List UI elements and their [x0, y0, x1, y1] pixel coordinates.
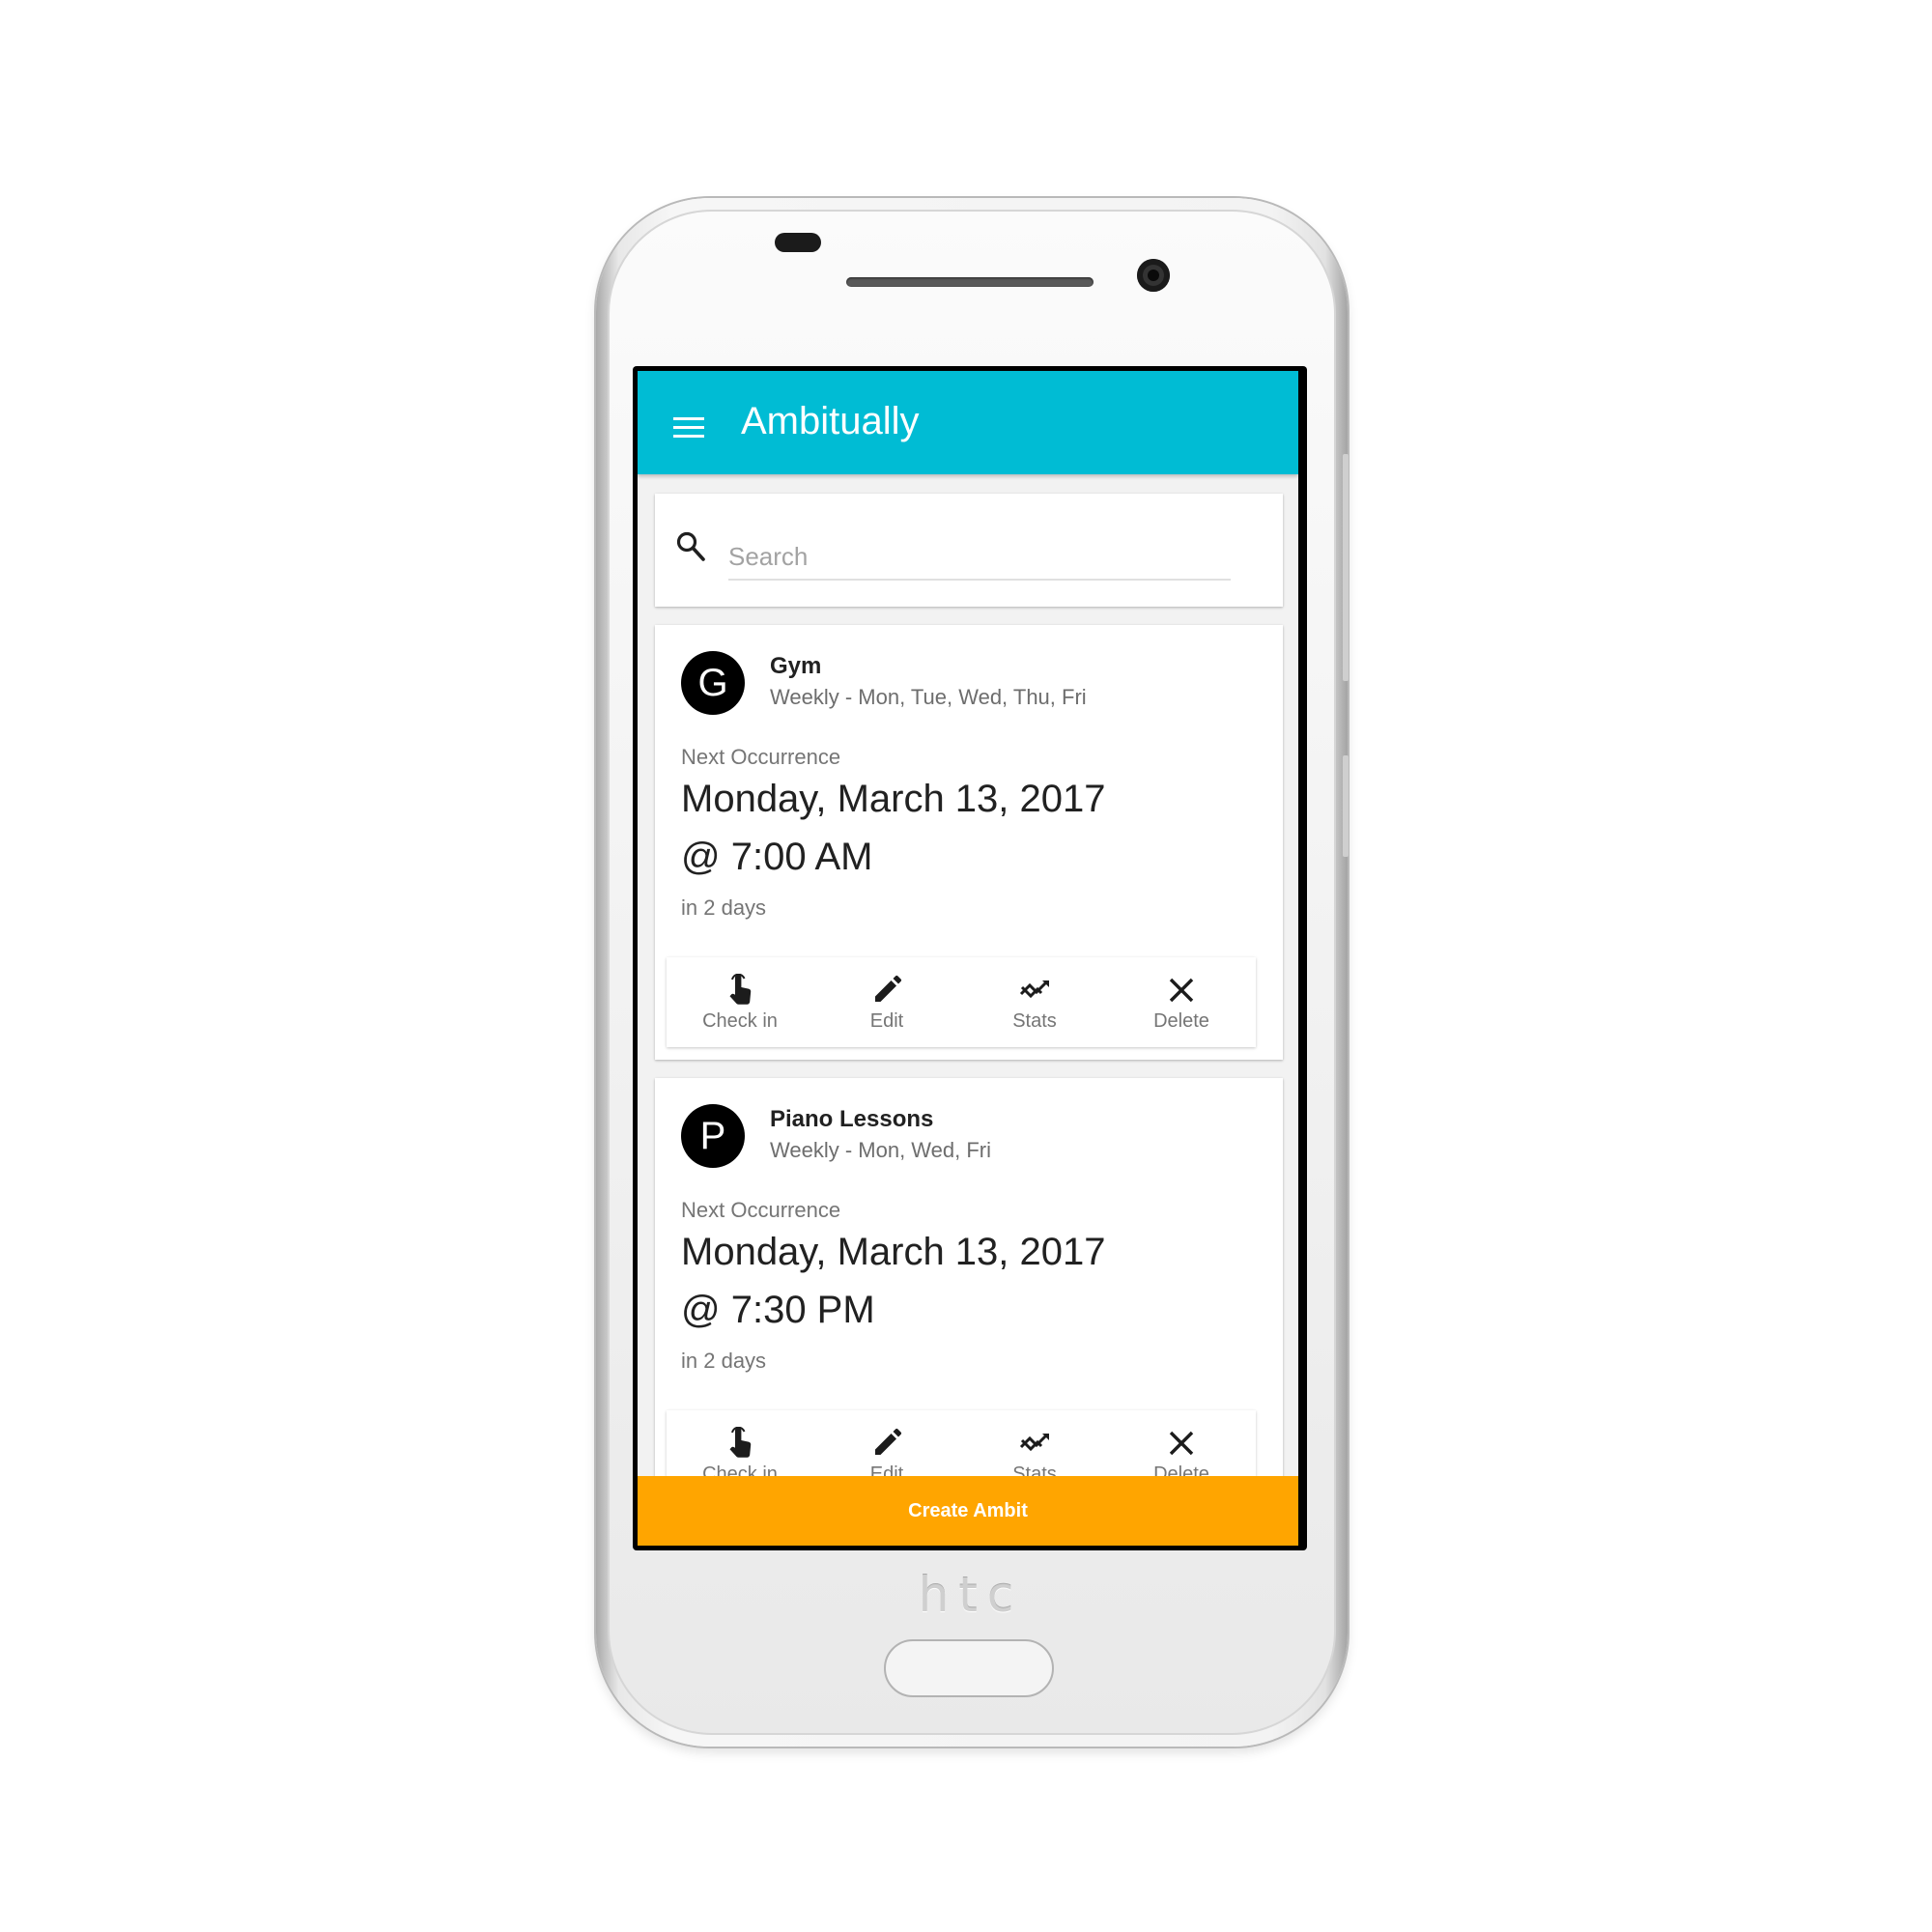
avatar: G — [681, 651, 745, 715]
next-occurrence-time: @ 7:30 PM — [681, 1289, 875, 1331]
next-occurrence-label: Next Occurrence — [681, 745, 841, 769]
ambit-card: G Gym Weekly - Mon, Tue, Wed, Thu, Fri N… — [655, 625, 1283, 1060]
app-bar: Ambitually — [638, 371, 1298, 474]
home-button[interactable] — [884, 1639, 1054, 1697]
edit-button[interactable]: Edit — [813, 957, 960, 1047]
pencil-icon — [875, 975, 902, 1002]
touch-hand-icon — [729, 1427, 752, 1458]
next-occurrence-date: Monday, March 13, 2017 — [681, 1231, 1106, 1273]
edit-label: Edit — [869, 1010, 904, 1032]
earpiece-speaker — [846, 277, 1094, 287]
create-ambit-button[interactable]: Create Ambit — [638, 1476, 1298, 1546]
app-title: Ambitually — [741, 400, 920, 442]
next-occurrence-date: Monday, March 13, 2017 — [681, 778, 1106, 820]
touch-hand-icon — [729, 974, 752, 1005]
brand-logo: htc — [918, 1567, 1024, 1623]
ambit-name: Piano Lessons — [770, 1106, 934, 1132]
next-occurrence-time: @ 7:00 AM — [681, 836, 873, 878]
power-button — [1343, 755, 1349, 857]
delete-button[interactable]: Delete — [1108, 957, 1255, 1047]
phone-screen: Ambitually G Gym Weekly - Mon, Tue, Wed,… — [633, 366, 1307, 1550]
ambit-schedule: Weekly - Mon, Wed, Fri — [770, 1138, 992, 1162]
check-in-button[interactable]: Check in — [667, 957, 813, 1047]
close-icon — [1169, 978, 1194, 1003]
relative-time: in 2 days — [681, 1349, 767, 1373]
proximity-sensor — [775, 233, 821, 252]
relative-time: in 2 days — [681, 895, 767, 920]
avatar: P — [681, 1104, 745, 1168]
search-input[interactable] — [728, 534, 1231, 581]
stats-button[interactable]: Stats — [961, 957, 1108, 1047]
trend-chart-icon — [1019, 980, 1049, 999]
trend-chart-icon — [1019, 1433, 1049, 1452]
ambit-card: P Piano Lessons Weekly - Mon, Wed, Fri N… — [655, 1078, 1283, 1513]
volume-button — [1343, 454, 1349, 681]
pencil-icon — [875, 1428, 902, 1455]
ambit-schedule: Weekly - Mon, Tue, Wed, Thu, Fri — [770, 685, 1087, 709]
front-camera-icon — [1137, 259, 1170, 292]
app-display: Ambitually G Gym Weekly - Mon, Tue, Wed,… — [638, 371, 1298, 1546]
stats-label: Stats — [1012, 1010, 1057, 1032]
action-bar: Check in Edit Stats Delete — [667, 957, 1256, 1047]
check-in-label: Check in — [702, 1010, 778, 1032]
next-occurrence-label: Next Occurrence — [681, 1198, 841, 1222]
delete-label: Delete — [1153, 1010, 1209, 1032]
search-card — [655, 494, 1283, 607]
menu-icon[interactable] — [673, 417, 704, 439]
close-icon — [1169, 1431, 1194, 1456]
search-icon — [676, 531, 705, 561]
ambit-name: Gym — [770, 653, 822, 679]
